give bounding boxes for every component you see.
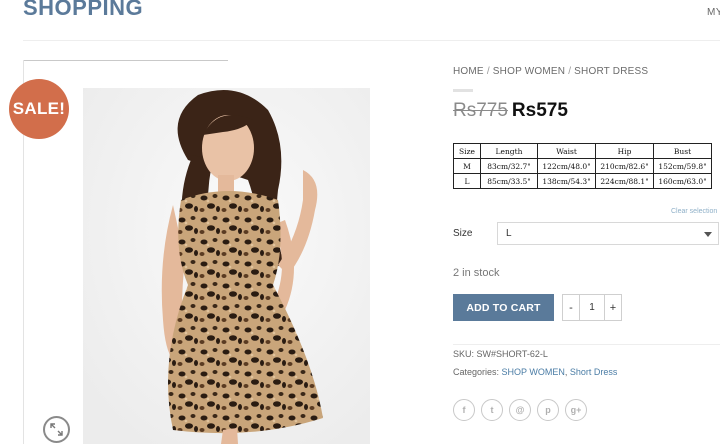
email-icon[interactable]: @	[509, 399, 531, 421]
pinterest-icon[interactable]: p	[537, 399, 559, 421]
size-chart-cell: 122cm/48.0"	[537, 158, 596, 174]
size-chart-cell: 138cm/54.3"	[537, 173, 596, 189]
sku-value: SW#SHORT-62-L	[476, 349, 548, 359]
category-link-shop-women[interactable]: SHOP WOMEN	[502, 367, 565, 377]
facebook-icon[interactable]: f	[453, 399, 475, 421]
size-chart-cell: 210cm/82.6"	[595, 158, 654, 174]
meta-divider	[453, 344, 720, 345]
breadcrumb-home[interactable]: HOME	[453, 66, 484, 77]
breadcrumb-underline	[453, 89, 473, 92]
quantity-decrease-button[interactable]: -	[562, 294, 580, 321]
quantity-input[interactable]: 1	[580, 294, 604, 321]
header-divider	[23, 40, 720, 41]
size-label: Size	[453, 228, 473, 239]
stock-status: 2 in stock	[453, 267, 500, 279]
quantity-increase-button[interactable]: +	[604, 294, 622, 321]
size-chart-cell: Bust	[653, 143, 712, 159]
size-chart-row: M 83cm/32.7" 122cm/48.0" 210cm/82.6" 152…	[453, 158, 712, 174]
breadcrumb-separator: /	[568, 66, 572, 77]
sale-price: Rs575	[511, 100, 568, 121]
old-price: Rs775	[453, 100, 508, 121]
product-sku: SKU: SW#SHORT-62-L	[453, 349, 548, 359]
product-gallery[interactable]	[23, 60, 370, 444]
google-plus-icon[interactable]: g+	[565, 399, 587, 421]
sku-label: SKU:	[453, 349, 475, 359]
twitter-icon[interactable]: t	[481, 399, 503, 421]
size-select-value: L	[506, 228, 512, 239]
my-account-link[interactable]: MY	[707, 7, 720, 18]
site-logo[interactable]: SHOPPING	[23, 0, 143, 21]
size-chart-cell: 160cm/63.0"	[653, 173, 712, 189]
categories-label: Categories:	[453, 367, 500, 377]
size-chart-cell: Waist	[537, 143, 596, 159]
share-icons: f t @ p g+	[453, 399, 593, 421]
chevron-down-icon	[704, 232, 712, 237]
add-to-cart-button[interactable]: ADD TO CART	[453, 294, 554, 321]
breadcrumb-shop-women[interactable]: SHOP WOMEN	[493, 66, 565, 77]
size-chart-cell: L	[453, 173, 481, 189]
expand-icon	[50, 423, 63, 436]
size-chart: Size Length Waist Hip Bust M 83cm/32.7" …	[453, 143, 712, 189]
size-chart-cell: 83cm/32.7"	[480, 158, 538, 174]
size-chart-cell: Size	[453, 143, 481, 159]
breadcrumb: HOME / SHOP WOMEN / SHORT DRESS	[453, 66, 648, 77]
product-price: Rs775 Rs575	[453, 100, 568, 122]
breadcrumb-short-dress[interactable]: SHORT DRESS	[574, 66, 648, 77]
category-link-short-dress[interactable]: Short Dress	[570, 367, 618, 377]
size-chart-header: Size Length Waist Hip Bust	[453, 143, 712, 159]
size-chart-cell: Length	[480, 143, 538, 159]
breadcrumb-separator: /	[486, 66, 490, 77]
product-categories: Categories: SHOP WOMEN, Short Dress	[453, 367, 618, 377]
size-chart-cell: 224cm/88.1"	[595, 173, 654, 189]
product-image[interactable]	[23, 60, 370, 444]
size-chart-cell: 152cm/59.8"	[653, 158, 712, 174]
clear-selection-link[interactable]: Clear selection	[671, 208, 717, 215]
zoom-button[interactable]	[43, 416, 70, 443]
size-chart-row: L 85cm/33.5" 138cm/54.3" 224cm/88.1" 160…	[453, 173, 712, 189]
size-chart-cell: Hip	[595, 143, 654, 159]
size-chart-cell: 85cm/33.5"	[480, 173, 538, 189]
sale-badge: SALE!	[9, 79, 69, 139]
size-select[interactable]: L	[497, 222, 719, 245]
size-chart-cell: M	[453, 158, 481, 174]
